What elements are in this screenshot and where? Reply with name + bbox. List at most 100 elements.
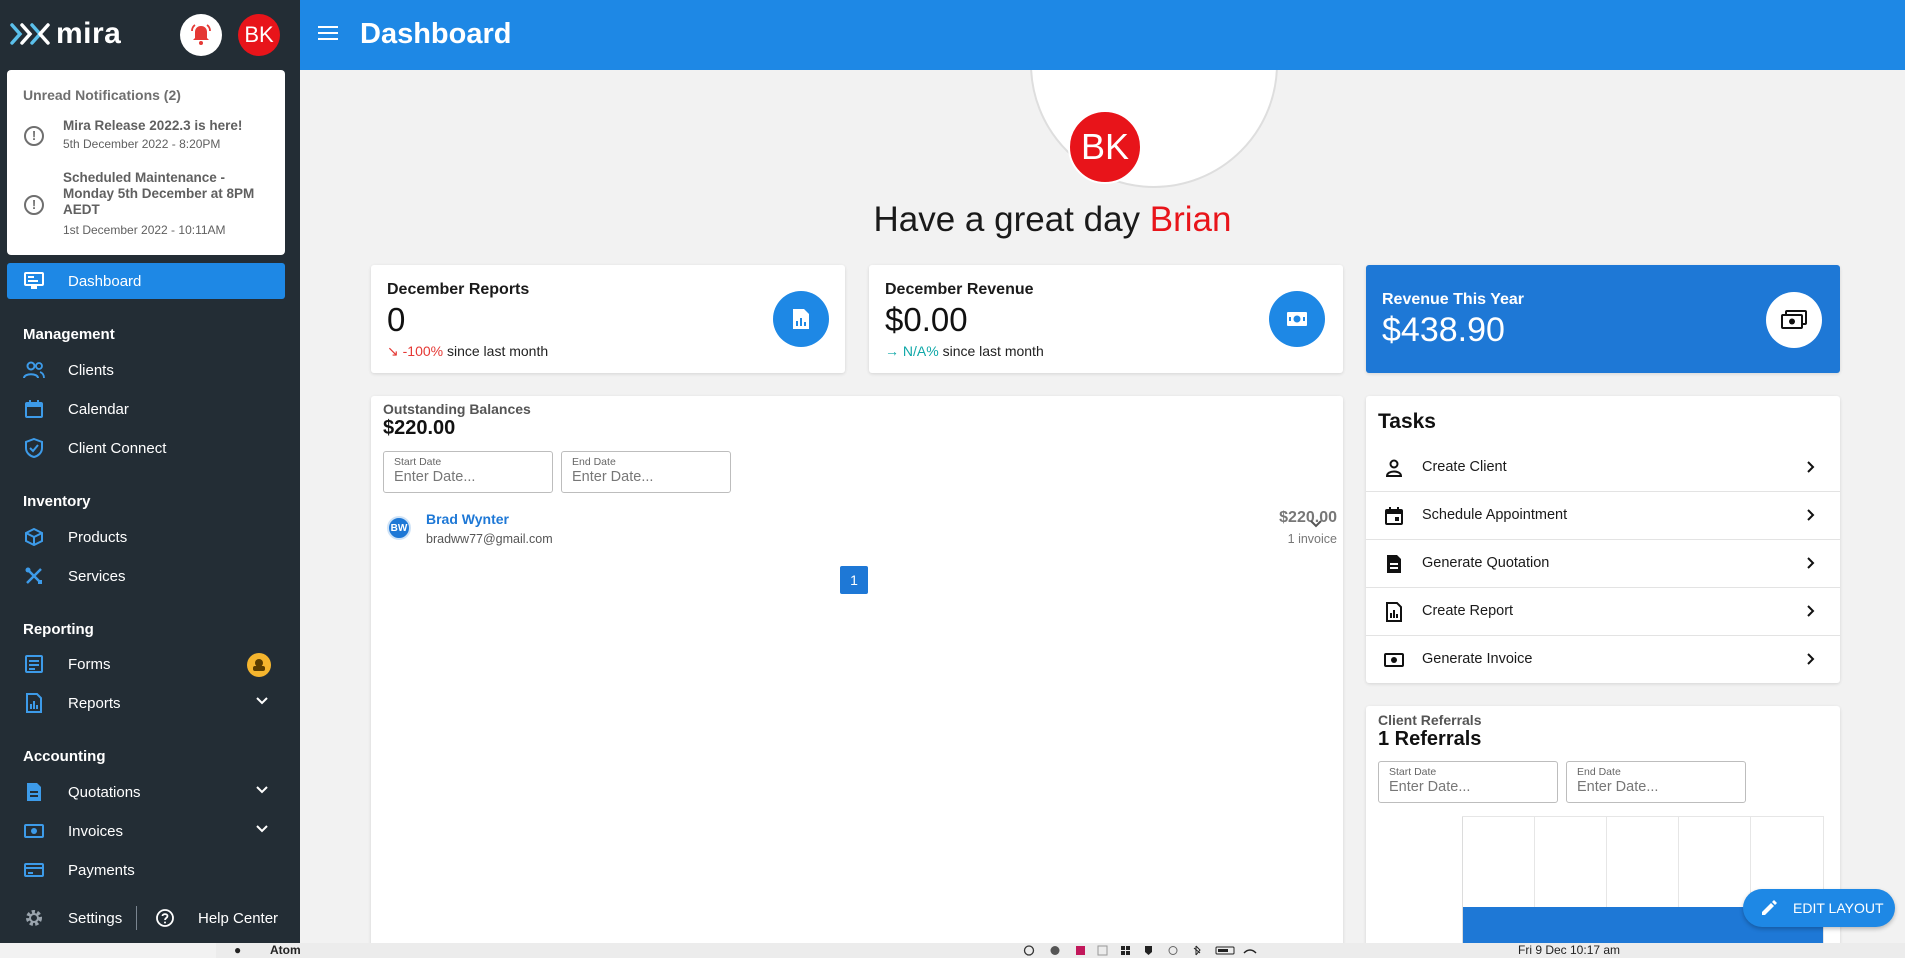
report-icon	[773, 291, 829, 347]
client-avatar: BW	[387, 516, 411, 540]
person-icon	[1384, 458, 1404, 478]
sidebar-item-label: Services	[68, 567, 126, 585]
notification-title: Scheduled Maintenance - Monday 5th Decem…	[63, 170, 255, 217]
referrals-end-date-field[interactable]: End Date Enter Date...	[1566, 761, 1746, 803]
user-avatar[interactable]: BK	[238, 14, 280, 56]
section-accounting: Accounting	[23, 748, 106, 765]
stat-title: Revenue This Year	[1382, 291, 1524, 308]
apple-icon[interactable]: ●	[234, 943, 241, 957]
task-label: Generate Invoice	[1422, 651, 1533, 667]
task-label: Generate Quotation	[1422, 555, 1550, 571]
section-inventory: Inventory	[23, 493, 91, 510]
task-generate-invoice[interactable]: Generate Invoice	[1366, 636, 1840, 684]
start-date-label: Start Date	[1389, 766, 1437, 778]
end-date-input: Enter Date...	[1577, 779, 1659, 795]
sidebar-item-dashboard[interactable]: Dashboard	[7, 263, 285, 299]
sidebar-item-clients[interactable]: Clients	[7, 352, 285, 388]
stat-value: $438.90	[1382, 311, 1505, 349]
stat-card-reports[interactable]: December Reports 0 ↘ -100% since last mo…	[371, 265, 845, 373]
hero-avatar: BK	[1068, 110, 1142, 184]
task-create-report[interactable]: Create Report	[1366, 588, 1840, 636]
calendar-icon	[1384, 506, 1404, 526]
expand-chevron-icon[interactable]	[1309, 519, 1323, 529]
change-since: since last month	[446, 343, 549, 359]
task-label: Create Report	[1422, 603, 1514, 619]
notifications-panel: Unread Notifications (2) ! Mira Release …	[7, 70, 285, 255]
notification-date: 5th December 2022 - 8:20PM	[63, 137, 221, 151]
notifications-header: Unread Notifications (2)	[23, 87, 181, 103]
settings-button[interactable]: Settings	[7, 900, 132, 936]
pencil-icon	[1762, 900, 1777, 915]
edit-layout-button[interactable]: EDIT LAYOUT	[1743, 889, 1895, 927]
sidebar-item-forms[interactable]: Forms	[7, 646, 285, 682]
report-icon	[23, 692, 45, 714]
task-generate-quotation[interactable]: Generate Quotation	[1366, 540, 1840, 588]
chevron-down-icon[interactable]	[255, 824, 269, 834]
calendar-icon	[23, 398, 45, 420]
sidebar-item-invoices[interactable]: Invoices	[7, 813, 285, 849]
sidebar-item-quotations[interactable]: Quotations	[7, 774, 285, 810]
help-label: Help Center	[198, 909, 279, 927]
task-create-client[interactable]: Create Client	[1366, 444, 1840, 492]
people-icon	[23, 359, 45, 381]
document-icon	[23, 781, 45, 803]
start-date-label: Start Date	[394, 456, 442, 468]
money-icon	[23, 820, 45, 842]
change-value: -100%	[402, 343, 444, 359]
sidebar-item-products[interactable]: Products	[7, 519, 285, 555]
task-schedule-appointment[interactable]: Schedule Appointment	[1366, 492, 1840, 540]
alert-icon: !	[24, 195, 44, 215]
report-icon	[1384, 602, 1404, 622]
sidebar-item-label: Clients	[68, 361, 114, 379]
end-date-label: End Date	[572, 456, 616, 468]
greeting-text: Have a great day	[873, 200, 1141, 239]
sidebar-item-label: Invoices	[68, 822, 124, 840]
pagination-page-button[interactable]: 1	[840, 566, 868, 594]
greeting: Have a great day Brian	[300, 200, 1805, 240]
tasks-card: Tasks Create Client Schedule Appointment…	[1366, 396, 1840, 683]
stat-change: ↘ -100% since last month	[387, 343, 548, 360]
stat-value: $0.00	[885, 301, 968, 338]
chevron-right-icon	[1807, 605, 1815, 617]
stat-card-revenue[interactable]: December Revenue $0.00 → N/A% since last…	[869, 265, 1343, 373]
menubar-app-name[interactable]: Atom	[270, 943, 301, 957]
top-app-bar: Dashboard	[300, 0, 1905, 70]
sidebar: mira BK Unread Notifications (2) ! Mira …	[0, 0, 300, 943]
outstanding-title: Outstanding Balances	[383, 401, 531, 417]
chevron-down-icon[interactable]	[255, 696, 269, 706]
sidebar-item-reports[interactable]: Reports	[7, 685, 285, 721]
notification-title: Mira Release 2022.3 is here!	[63, 118, 243, 133]
stat-title: December Reports	[387, 281, 530, 298]
referrals-start-date-field[interactable]: Start Date Enter Date...	[1378, 761, 1558, 803]
end-date-field[interactable]: End Date Enter Date...	[561, 451, 731, 493]
chevron-right-icon	[1807, 653, 1815, 665]
client-name-link[interactable]: Brad Wynter	[426, 511, 509, 527]
hero-circle	[1030, 70, 1278, 188]
os-menubar: ● Atom Fri 9 Dec 10:17 am	[216, 943, 1905, 958]
notifications-button[interactable]	[180, 14, 222, 56]
shield-icon	[23, 437, 45, 459]
brand-logo[interactable]: mira	[10, 17, 121, 51]
sidebar-item-services[interactable]: Services	[7, 558, 285, 594]
help-center-button[interactable]: Help Center	[150, 900, 285, 936]
start-date-input: Enter Date...	[394, 469, 476, 485]
sidebar-item-label: Calendar	[68, 400, 129, 418]
status-tray-icons[interactable]	[1021, 945, 1271, 956]
end-date-label: End Date	[1577, 766, 1621, 778]
menu-icon[interactable]	[318, 25, 338, 41]
footer-divider	[136, 906, 137, 930]
sidebar-item-client-connect[interactable]: Client Connect	[7, 430, 285, 466]
brand-name: mira	[56, 17, 122, 50]
chevron-down-icon[interactable]	[255, 785, 269, 795]
menubar-clock[interactable]: Fri 9 Dec 10:17 am	[1518, 943, 1620, 957]
stat-card-year-revenue[interactable]: Revenue This Year $438.90	[1366, 265, 1840, 373]
sidebar-item-label: Products	[68, 528, 128, 546]
sidebar-item-calendar[interactable]: Calendar	[7, 391, 285, 427]
document-icon	[1384, 554, 1404, 574]
notification-date: 1st December 2022 - 10:11AM	[63, 223, 226, 237]
greeting-name: Brian	[1149, 200, 1232, 239]
tools-icon	[23, 565, 45, 587]
start-date-field[interactable]: Start Date Enter Date...	[383, 451, 553, 493]
sidebar-item-payments[interactable]: Payments	[7, 852, 285, 888]
section-management: Management	[23, 326, 115, 343]
